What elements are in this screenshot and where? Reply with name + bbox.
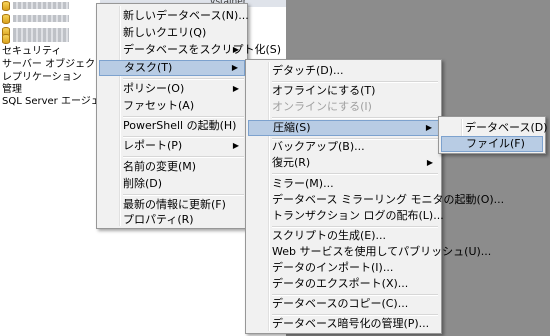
menu-item-properties[interactable]: プロパティ(R): [99, 212, 245, 228]
menu-item-label: ファイル(F): [466, 137, 525, 150]
tree-node-database[interactable]: [2, 1, 69, 14]
menu-item-label: データベース(D): [465, 121, 548, 134]
object-explorer-tree: セキュリティ サーバー オブジェクト レプリケーション 管理 SQL Serve…: [0, 0, 121, 336]
menu-item-import-data[interactable]: データのインポート(I)...: [248, 260, 439, 276]
database-icon: [2, 34, 10, 44]
menu-item-tasks[interactable]: タスク(T) ▶: [99, 60, 245, 76]
tree-node-label: レプリケーション: [2, 72, 82, 83]
tree-node-server-objects[interactable]: サーバー オブジェクト: [2, 58, 105, 71]
menu-item-label: データのインポート(I)...: [272, 261, 394, 274]
submenu-arrow-icon: ▶: [231, 63, 238, 72]
menu-item-launch-mirroring-monitor[interactable]: データベース ミラーリング モニタの起動(O)...: [248, 192, 504, 208]
submenu-arrow-icon: ▶: [232, 45, 239, 54]
menu-item-shrink-database[interactable]: データベース(D): [441, 120, 548, 136]
menu-item-reports[interactable]: レポート(P) ▶: [99, 138, 245, 154]
menu-separator: [272, 117, 438, 119]
menu-item-label: オフラインにする(T): [272, 84, 376, 97]
menu-item-label: プロパティ(R): [123, 213, 194, 226]
menu-item-ship-transaction-logs[interactable]: トランザクション ログの配布(L)...: [248, 208, 444, 224]
menu-item-facets[interactable]: ファセット(A): [99, 98, 245, 114]
menu-item-label: ミラー(M)...: [272, 177, 334, 190]
obscured-database-name: [13, 35, 69, 42]
menu-item-new-database[interactable]: 新しいデータベース(N)...: [99, 8, 249, 24]
menu-item-label: 削除(D): [123, 177, 163, 190]
database-icon: [2, 14, 10, 24]
context-menu-shrink: データベース(D) ファイル(F): [438, 116, 548, 154]
menu-item-label: ファセット(A): [123, 99, 195, 112]
menu-item-label: 新しいクエリ(Q): [123, 26, 207, 39]
menu-item-label: データベースをスクリプト化(S): [123, 43, 282, 56]
menu-item-shrink-files[interactable]: ファイル(F): [441, 136, 543, 152]
menu-item-refresh[interactable]: 最新の情報に更新(F): [99, 197, 245, 213]
menu-item-label: デタッチ(D)...: [272, 64, 344, 77]
menu-item-bring-online: オンラインにする(I): [248, 99, 439, 115]
menu-separator: [123, 194, 244, 196]
menu-item-label: PowerShell の起動(H): [123, 119, 237, 132]
tree-node-label: サーバー オブジェクト: [2, 59, 106, 70]
menu-item-delete[interactable]: 削除(D): [99, 176, 245, 192]
menu-separator: [272, 173, 438, 175]
menu-item-start-powershell[interactable]: PowerShell の起動(H): [99, 118, 245, 134]
menu-item-label: 圧縮(S): [273, 121, 311, 134]
menu-item-label: 名前の変更(M): [123, 160, 197, 173]
database-icon: [2, 1, 10, 11]
context-menu-tasks: デタッチ(D)... オフラインにする(T) オンラインにする(I) 圧縮(S)…: [245, 59, 504, 334]
submenu-arrow-icon: ▶: [426, 158, 433, 167]
menu-item-label: タスク(T): [124, 61, 173, 74]
menu-item-publish-web-service[interactable]: Web サービスを使用してパブリッシュ(U)...: [248, 244, 491, 260]
menu-item-label: ポリシー(O): [123, 82, 185, 95]
menu-item-label: 新しいデータベース(N)...: [123, 9, 249, 22]
tree-node-label: セキュリティ: [2, 46, 62, 57]
menu-item-new-query[interactable]: 新しいクエリ(Q): [99, 25, 245, 41]
menu-item-label: レポート(P): [123, 139, 183, 152]
menu-item-rename[interactable]: 名前の変更(M): [99, 159, 245, 175]
menu-item-label: トランザクション ログの配布(L)...: [272, 209, 444, 222]
obscured-database-name: [13, 2, 69, 9]
menu-item-label: スクリプトの生成(E)...: [272, 229, 387, 242]
submenu-arrow-icon: ▶: [232, 84, 239, 93]
menu-item-export-data[interactable]: データのエクスポート(X)...: [248, 276, 439, 292]
menu-item-detach[interactable]: デタッチ(D)...: [248, 63, 439, 79]
menu-item-label: データベースのコピー(C)...: [272, 297, 409, 310]
menu-item-label: Web サービスを使用してパブリッシュ(U)...: [272, 245, 492, 258]
menu-item-label: 復元(R): [272, 156, 311, 169]
menu-item-take-offline[interactable]: オフラインにする(T): [248, 83, 439, 99]
menu-item-backup[interactable]: バックアップ(B)...: [248, 139, 439, 155]
menu-item-manage-encryption[interactable]: データベース暗号化の管理(P)...: [248, 316, 439, 332]
menu-item-copy-database[interactable]: データベースのコピー(C)...: [248, 296, 439, 312]
menu-item-restore[interactable]: 復元(R) ▶: [248, 155, 439, 171]
context-menu-database: 新しいデータベース(N)... 新しいクエリ(Q) データベースをスクリプト化(…: [96, 3, 281, 229]
submenu-arrow-icon: ▶: [232, 141, 239, 150]
menu-item-mirror[interactable]: ミラー(M)...: [248, 176, 439, 192]
tree-node-database[interactable]: [2, 14, 69, 27]
menu-item-label: データベース暗号化の管理(P)...: [272, 317, 430, 330]
menu-separator: [123, 78, 244, 80]
menu-item-generate-scripts[interactable]: スクリプトの生成(E)...: [248, 228, 439, 244]
menu-separator: [123, 156, 244, 158]
menu-item-script-database[interactable]: データベースをスクリプト化(S) ▶: [99, 42, 281, 58]
tree-node-security[interactable]: セキュリティ: [2, 45, 61, 58]
menu-item-label: バックアップ(B)...: [272, 140, 365, 153]
menu-item-shrink[interactable]: 圧縮(S) ▶: [248, 120, 439, 136]
menu-item-label: データのエクスポート(X)...: [272, 277, 409, 290]
menu-item-label: データベース ミラーリング モニタの起動(O)...: [272, 193, 505, 206]
menu-item-label: 最新の情報に更新(F): [123, 198, 226, 211]
submenu-arrow-icon: ▶: [425, 123, 432, 132]
menu-item-policies[interactable]: ポリシー(O) ▶: [99, 81, 245, 97]
obscured-database-name: [13, 15, 69, 22]
menu-item-label: オンラインにする(I): [272, 100, 372, 113]
tree-node-label: 管理: [2, 84, 22, 95]
